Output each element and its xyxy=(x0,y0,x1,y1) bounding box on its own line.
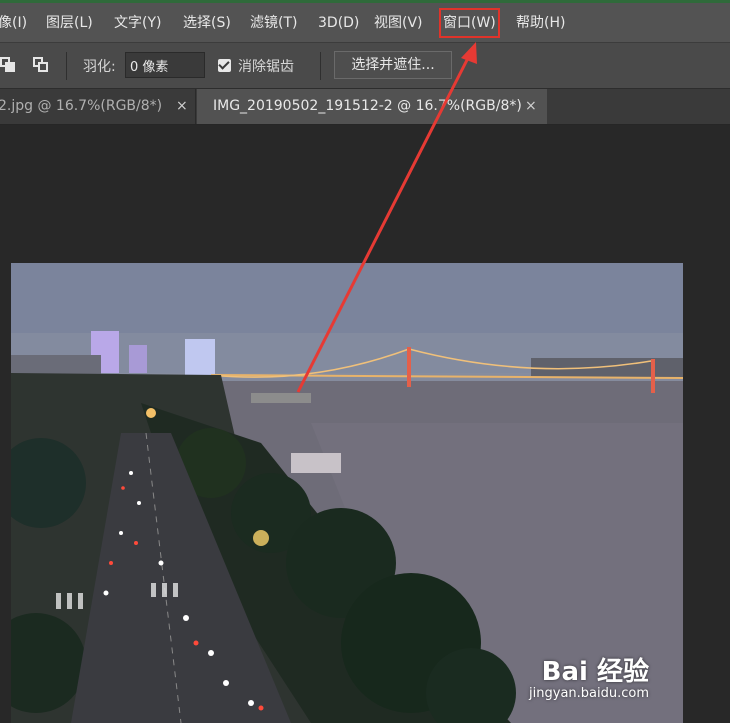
menu-image[interactable]: 像(I) xyxy=(0,12,27,34)
menu-view[interactable]: 视图(V) xyxy=(374,12,423,34)
menu-bar: 像(I) 图层(L) 文字(Y) 选择(S) 滤镜(T) 3D(D) 视图(V)… xyxy=(0,3,730,43)
divider xyxy=(320,52,321,80)
watermark-url: jingyan.baidu.com xyxy=(529,686,649,701)
tab-label: IMG_20190502_191512-2 @ 16.7%(RGB/8*) xyxy=(213,98,522,114)
menu-help[interactable]: 帮助(H) xyxy=(516,12,565,34)
document-image[interactable]: Bai 经验 jingyan.baidu.com xyxy=(11,263,683,723)
close-icon[interactable]: × xyxy=(176,89,188,124)
menu-window[interactable]: 窗口(W) xyxy=(439,8,500,38)
antialias-label: 消除锯齿 xyxy=(238,59,294,75)
menu-3d[interactable]: 3D(D) xyxy=(318,12,359,34)
menu-filter[interactable]: 滤镜(T) xyxy=(250,12,297,34)
menu-select[interactable]: 选择(S) xyxy=(183,12,231,34)
close-icon[interactable]: × xyxy=(525,89,537,124)
tab-document-2[interactable]: IMG_20190502_191512-2 @ 16.7%(RGB/8*) × xyxy=(197,89,547,124)
menu-type[interactable]: 文字(Y) xyxy=(114,12,161,34)
tab-document-1[interactable]: 2.jpg @ 16.7%(RGB/8*) × xyxy=(0,89,196,124)
feather-label: 羽化: xyxy=(83,59,116,75)
baidu-jingyan-watermark: Bai 经验 jingyan.baidu.com xyxy=(529,651,649,701)
intersect-selection-icon[interactable] xyxy=(33,57,49,73)
options-bar: 羽化: 消除锯齿 选择并遮住... xyxy=(0,43,730,89)
document-tab-bar: 2.jpg @ 16.7%(RGB/8*) × IMG_20190502_191… xyxy=(0,89,730,125)
subtract-selection-icon[interactable] xyxy=(0,57,16,73)
watermark-logo: Bai 经验 xyxy=(541,657,649,687)
divider xyxy=(66,52,67,80)
tab-label: 2.jpg @ 16.7%(RGB/8*) xyxy=(0,98,163,114)
menu-layer[interactable]: 图层(L) xyxy=(46,12,93,34)
select-and-mask-button[interactable]: 选择并遮住... xyxy=(334,51,452,79)
antialias-checkbox[interactable] xyxy=(218,58,231,72)
feather-input[interactable] xyxy=(125,52,205,78)
